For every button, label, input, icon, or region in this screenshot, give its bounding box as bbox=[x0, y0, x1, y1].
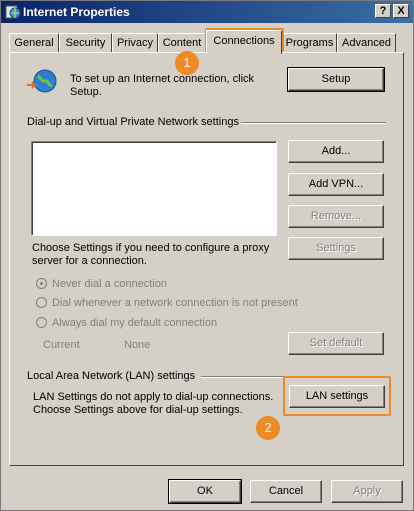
radio-dial-whenever-label: Dial whenever a network connection is no… bbox=[52, 297, 298, 309]
title-bar[interactable]: Internet Properties ? X bbox=[1, 1, 413, 23]
dialup-heading: Dial-up and Virtual Private Network sett… bbox=[27, 116, 239, 128]
tab-general[interactable]: General bbox=[9, 33, 59, 53]
add-button[interactable]: Add... bbox=[288, 140, 384, 163]
tab-programs[interactable]: Programs bbox=[282, 33, 337, 53]
proxy-hint-line1: Choose Settings if you need to configure… bbox=[32, 242, 270, 254]
radio-never-dial[interactable] bbox=[36, 278, 47, 289]
ok-button[interactable]: OK bbox=[168, 479, 242, 504]
lan-description-line2: Choose Settings above for dial-up settin… bbox=[33, 404, 243, 416]
tab-privacy[interactable]: Privacy bbox=[112, 33, 158, 53]
lan-heading: Local Area Network (LAN) settings bbox=[27, 370, 196, 382]
radio-always-dial[interactable] bbox=[36, 317, 47, 328]
window-title: Internet Properties bbox=[23, 5, 130, 19]
globe-connection-icon bbox=[27, 69, 57, 93]
connections-listbox[interactable] bbox=[31, 141, 277, 236]
step-badge-1: 1 bbox=[175, 51, 199, 75]
tab-security[interactable]: Security bbox=[59, 33, 112, 53]
lan-settings-highlight bbox=[283, 376, 391, 416]
tab-advanced[interactable]: Advanced bbox=[337, 33, 396, 53]
tab-content[interactable]: Content bbox=[158, 33, 206, 53]
apply-button[interactable]: Apply bbox=[331, 480, 403, 503]
step-badge-2: 2 bbox=[256, 416, 280, 440]
lan-description-line1: LAN Settings do not apply to dial-up con… bbox=[33, 391, 274, 403]
radio-always-dial-label: Always dial my default connection bbox=[52, 317, 218, 329]
set-default-button[interactable]: Set default bbox=[288, 332, 384, 355]
settings-button[interactable]: Settings bbox=[288, 237, 384, 260]
radio-dial-whenever[interactable] bbox=[36, 297, 47, 308]
add-vpn-button[interactable]: Add VPN... bbox=[288, 173, 384, 196]
setup-description-line1: To set up an Internet connection, click bbox=[70, 73, 255, 85]
setup-description-line2: Setup. bbox=[70, 86, 102, 98]
internet-options-icon bbox=[5, 5, 21, 19]
close-button[interactable]: X bbox=[393, 4, 409, 18]
internet-properties-window: Internet Properties ? X General Security… bbox=[0, 0, 414, 511]
remove-button[interactable]: Remove... bbox=[288, 205, 384, 228]
current-value: None bbox=[124, 339, 151, 351]
help-button[interactable]: ? bbox=[375, 4, 391, 18]
radio-never-dial-label: Never dial a connection bbox=[52, 278, 167, 290]
dialup-separator bbox=[241, 122, 386, 124]
current-label: Current bbox=[43, 339, 80, 351]
tab-connections[interactable]: Connections bbox=[206, 30, 282, 54]
proxy-hint-line2: server for a connection. bbox=[32, 255, 147, 267]
setup-button[interactable]: Setup bbox=[287, 67, 385, 92]
cancel-button[interactable]: Cancel bbox=[250, 480, 322, 503]
